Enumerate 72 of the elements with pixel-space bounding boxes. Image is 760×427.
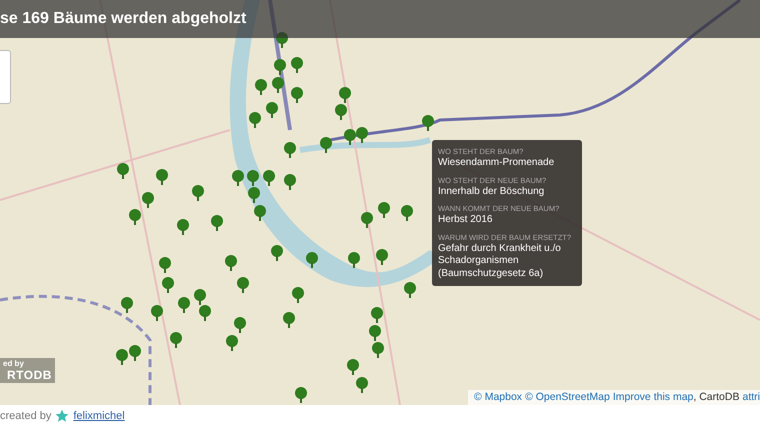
tree-icon[interactable]: [129, 345, 141, 361]
tree-icon[interactable]: [376, 249, 388, 265]
tree-icon[interactable]: [248, 187, 260, 203]
tree-icon[interactable]: [371, 307, 383, 323]
tree-icon[interactable]: [422, 115, 434, 131]
tree-icon[interactable]: [162, 277, 174, 293]
attribution-link[interactable]: © Mapbox: [474, 391, 522, 403]
tree-icon[interactable]: [156, 169, 168, 185]
tree-icon[interactable]: [284, 142, 296, 158]
tree-icon[interactable]: [306, 252, 318, 268]
map-title: se 169 Bäume werden abgeholzt: [0, 10, 246, 28]
attribution-text: , CartoDB: [693, 391, 740, 403]
field-value: Gefahr durch Krankheit u./o Schadorganismen (Baumschutzgesetz 6a): [438, 242, 562, 280]
tree-icon[interactable]: [211, 215, 223, 231]
tree-icon[interactable]: [116, 349, 128, 365]
tree-icon[interactable]: [121, 297, 133, 313]
tree-icon[interactable]: [170, 332, 182, 348]
tree-icon[interactable]: [255, 79, 267, 95]
tree-icon[interactable]: [249, 112, 261, 128]
tree-icon[interactable]: [254, 205, 266, 221]
tree-icon[interactable]: [199, 305, 211, 321]
tree-icon[interactable]: [339, 87, 351, 103]
tree-icon[interactable]: [237, 277, 249, 293]
credit-label: created by: [0, 410, 52, 422]
logo-caption: ed by: [3, 359, 25, 368]
tree-icon[interactable]: [284, 174, 296, 190]
tree-icon[interactable]: [247, 170, 259, 186]
star-icon: [55, 409, 70, 423]
attribution-link[interactable]: attri: [742, 391, 760, 403]
tree-icon[interactable]: [356, 127, 368, 143]
field-value: Wiesendamm-Promenade: [438, 157, 556, 170]
tree-icon[interactable]: [271, 245, 283, 261]
tree-icon[interactable]: [192, 185, 204, 201]
tree-icon[interactable]: [378, 202, 390, 218]
tree-icon[interactable]: [404, 282, 416, 298]
logo-text: RTODB: [7, 368, 52, 382]
tree-icon[interactable]: [369, 325, 381, 341]
field-value: Herbst 2016: [438, 214, 494, 226]
tree-icon[interactable]: [226, 335, 238, 351]
tree-icon[interactable]: [347, 359, 359, 375]
tree-icon[interactable]: [344, 129, 356, 145]
tree-icon[interactable]: [234, 317, 246, 333]
tree-icon[interactable]: [356, 377, 368, 393]
tree-icon[interactable]: [335, 104, 347, 120]
tree-icon[interactable]: [291, 57, 303, 73]
tree-icon[interactable]: [159, 257, 171, 273]
tree-icon[interactable]: [151, 305, 163, 321]
tree-icon[interactable]: [117, 163, 129, 179]
tree-icon[interactable]: [272, 77, 284, 93]
field-value: Innerhalb der Böschung: [438, 186, 546, 198]
tree-icon[interactable]: [320, 137, 332, 153]
tree-icon[interactable]: [291, 87, 303, 103]
tree-icon[interactable]: [178, 297, 190, 313]
tree-icon[interactable]: [194, 289, 206, 305]
tree-icon[interactable]: [372, 342, 384, 358]
tree-icon[interactable]: [142, 192, 154, 208]
tree-icon[interactable]: [401, 205, 413, 221]
tree-icon[interactable]: [232, 170, 244, 186]
attribution-link[interactable]: © OpenStreetMap: [525, 391, 610, 403]
tree-icon[interactable]: [263, 170, 275, 186]
tree-icon[interactable]: [283, 312, 295, 328]
author-link[interactable]: felixmichel: [73, 410, 125, 422]
tree-icon[interactable]: [292, 287, 304, 303]
tree-icon[interactable]: [361, 212, 373, 228]
tree-icon[interactable]: [129, 209, 141, 225]
tree-icon[interactable]: [266, 102, 278, 118]
tree-icon[interactable]: [295, 387, 307, 403]
tree-icon[interactable]: [274, 59, 286, 75]
tree-icon[interactable]: [225, 255, 237, 271]
tree-icon[interactable]: [177, 219, 189, 235]
attribution-link[interactable]: Improve this map: [612, 391, 694, 403]
tree-icon[interactable]: [348, 252, 360, 268]
